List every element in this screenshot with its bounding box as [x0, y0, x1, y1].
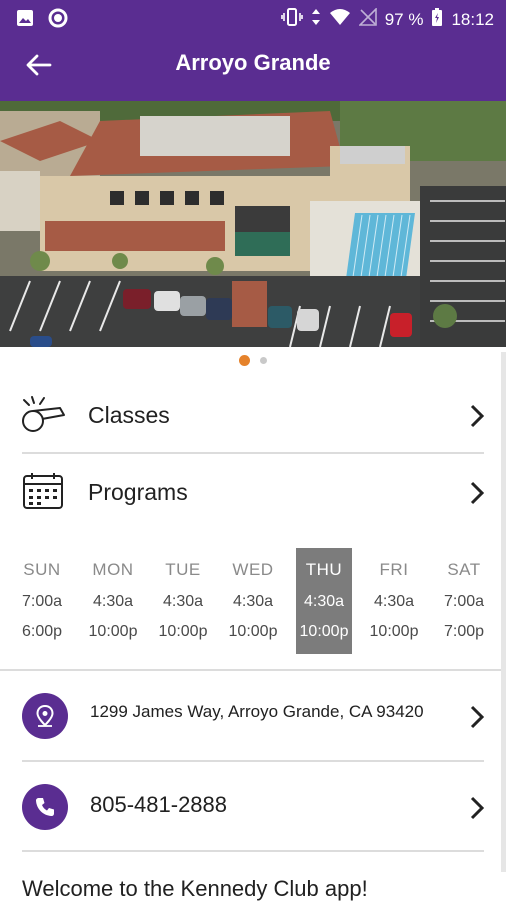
whistle-icon [20, 395, 68, 435]
aerial-club-photo [0, 101, 506, 347]
app-header: 97 % 18:12 Arroyo Grande [0, 0, 506, 101]
phone-number: 805-481-2888 [90, 792, 228, 817]
welcome-text: Welcome to the Kennedy Club app! [22, 876, 368, 901]
battery-percent: 97 % [384, 9, 424, 29]
carousel-indicator [0, 355, 506, 366]
day-name: WED [232, 560, 274, 579]
day-name: THU [305, 560, 343, 579]
chevron-right-icon [470, 705, 485, 729]
wifi-icon [329, 8, 351, 31]
close-time: 10:00p [228, 623, 278, 640]
day-name: SAT [447, 560, 481, 579]
address-row[interactable]: 1299 James Way, Arroyo Grande, CA 93420 [0, 671, 506, 761]
open-time: 7:00a [443, 593, 485, 610]
page-title: Arroyo Grande [175, 50, 331, 75]
image-notification-icon [16, 9, 34, 32]
programs-row[interactable]: Programs [0, 454, 506, 530]
club-photo-carousel[interactable] [0, 101, 506, 347]
vibrate-icon [280, 7, 303, 32]
address-text: 1299 James Way, Arroyo Grande, CA 93420 [90, 702, 424, 721]
hours-day-sat: SAT 7:00a 7:00p [422, 548, 506, 654]
hours-day-wed: WED 4:30a 10:00p [211, 548, 295, 654]
location-pin-icon [22, 693, 68, 739]
no-signal-icon [357, 7, 377, 31]
status-left-icons [16, 8, 68, 33]
status-bar: 97 % 18:12 [0, 0, 506, 36]
phone-icon [22, 784, 68, 830]
open-time: 4:30a [303, 593, 345, 610]
chevron-right-icon [470, 796, 485, 820]
battery-charging-icon [431, 7, 443, 32]
circle-notification-icon [48, 8, 68, 33]
clock: 18:12 [451, 9, 494, 29]
scrollbar[interactable] [501, 352, 506, 872]
data-arrows-icon [311, 7, 321, 32]
hours-day-thu-today: THU 4:30a 10:00p [296, 548, 352, 654]
status-right-icons: 97 % 18:12 [280, 7, 494, 32]
hours-table: SUN 7:00a 6:00p MON 4:30a 10:00p TUE 4:3… [0, 548, 506, 654]
carousel-dot-active[interactable] [239, 355, 250, 366]
calendar-icon [20, 472, 68, 512]
chevron-right-icon [470, 481, 485, 505]
classes-label: Classes [88, 402, 170, 428]
divider [22, 850, 484, 852]
close-time: 7:00p [443, 623, 485, 640]
classes-row[interactable]: Classes [0, 377, 506, 453]
chevron-right-icon [470, 404, 485, 428]
open-time: 4:30a [232, 593, 274, 610]
phone-row[interactable]: 805-481-2888 [0, 762, 506, 852]
toolbar: Arroyo Grande [0, 36, 506, 92]
programs-label: Programs [88, 479, 188, 505]
close-time: 10:00p [299, 623, 349, 640]
carousel-dot[interactable] [260, 357, 267, 364]
